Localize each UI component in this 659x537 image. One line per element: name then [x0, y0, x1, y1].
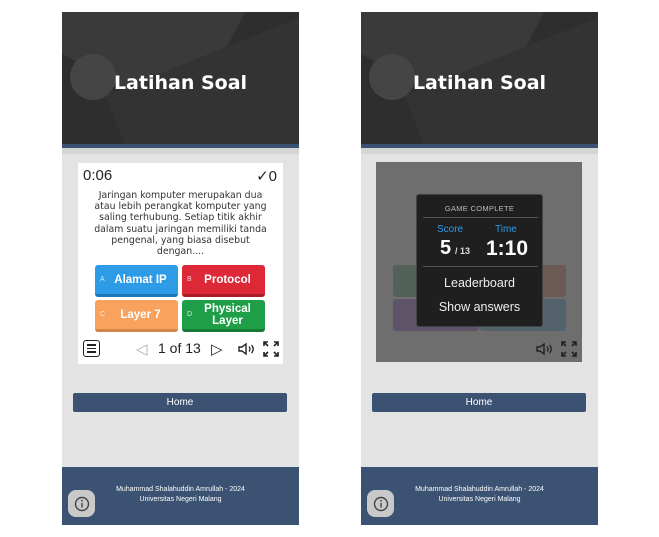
speaker-icon[interactable] — [536, 342, 554, 361]
header: Latihan Soal — [62, 12, 299, 148]
footer-university: Universitas Negeri Malang — [438, 496, 521, 503]
footer-university: Universitas Negeri Malang — [139, 496, 222, 503]
home-button[interactable]: Home — [372, 393, 586, 412]
answer-label: Protocol — [204, 273, 251, 286]
timer: 0:06 — [83, 167, 113, 184]
answer-letter: B — [187, 275, 192, 283]
leaderboard-button[interactable]: Leaderboard — [417, 276, 542, 290]
answer-letter: A — [100, 275, 105, 283]
score-value: 5 — [440, 237, 452, 259]
answer-letter: C — [100, 310, 106, 318]
question-text: Jaringan komputer merupakan dua atau leb… — [94, 190, 267, 258]
menu-list-icon[interactable] — [83, 340, 100, 357]
speaker-icon[interactable] — [238, 342, 256, 361]
answer-label: Physical Layer — [204, 302, 251, 327]
header: Latihan Soal — [361, 12, 598, 148]
footer: Muhammad Shalahuddin Amrullah - 2024 Uni… — [62, 467, 299, 525]
score-counter: ✓0 — [256, 168, 277, 185]
score-total: / 13 — [455, 246, 471, 256]
answer-c-button[interactable]: C Layer 7 — [95, 300, 178, 332]
home-button[interactable]: Home — [73, 393, 287, 412]
fullscreen-icon[interactable] — [263, 341, 279, 362]
quiz-screen-right: Latihan Soal GAME COMPLETE Score Time 5 … — [361, 12, 598, 525]
time-label: Time — [495, 224, 517, 235]
info-icon[interactable] — [68, 490, 95, 517]
answer-d-button[interactable]: D Physical Layer — [182, 300, 265, 332]
dialog-title: GAME COMPLETE — [444, 204, 515, 213]
fullscreen-icon[interactable] — [561, 341, 577, 362]
info-icon[interactable] — [367, 490, 394, 517]
time-value: 1:10 — [486, 237, 529, 260]
answer-label: Layer 7 — [120, 308, 161, 321]
footer-author: Muhammad Shalahuddin Amrullah - 2024 — [116, 486, 245, 493]
quiz-card-complete: GAME COMPLETE Score Time 5 / 13 1:10 Lea… — [376, 162, 582, 362]
page-title: Latihan Soal — [412, 72, 547, 94]
answer-a-button[interactable]: A Alamat IP — [95, 265, 178, 297]
quiz-card: 0:06 ✓0 Jaringan komputer merupakan dua … — [78, 163, 283, 364]
quiz-screen-left: Latihan Soal 0:06 ✓0 Jaringan komputer m… — [62, 12, 299, 525]
answer-b-button[interactable]: B Protocol — [182, 265, 265, 297]
footer: Muhammad Shalahuddin Amrullah - 2024 Uni… — [361, 467, 598, 525]
page-title: Latihan Soal — [113, 72, 248, 94]
answer-label: Alamat IP — [114, 273, 167, 286]
answer-letter: D — [187, 310, 193, 318]
show-answers-button[interactable]: Show answers — [417, 300, 542, 314]
question-counter: 1 of 13 — [158, 340, 201, 356]
footer-author: Muhammad Shalahuddin Amrullah - 2024 — [415, 486, 544, 493]
score-label: Score — [437, 224, 464, 235]
previous-arrow-icon[interactable]: ◁ — [136, 340, 148, 358]
game-complete-dialog: GAME COMPLETE Score Time 5 / 13 1:10 Lea… — [416, 194, 543, 327]
next-arrow-icon[interactable]: ▷ — [211, 340, 223, 358]
